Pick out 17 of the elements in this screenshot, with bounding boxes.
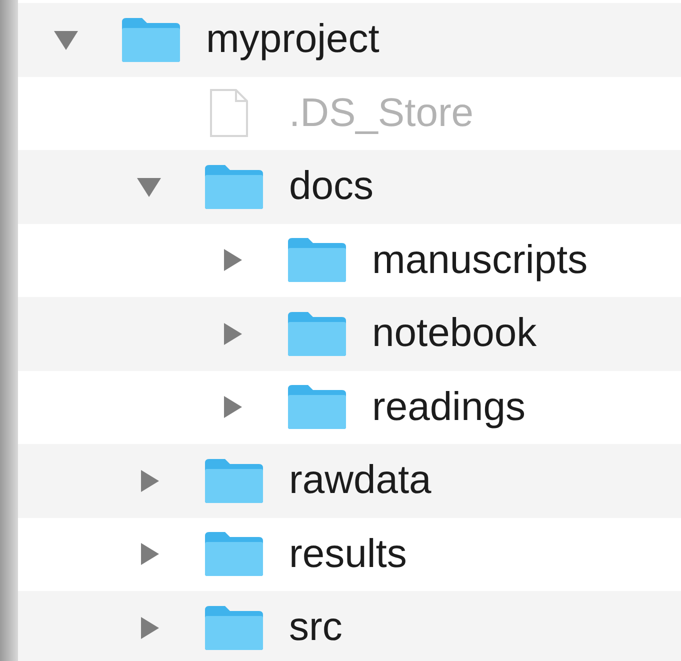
document-icon [209,88,249,138]
folder-name[interactable]: src [289,605,342,650]
folder-icon [203,530,265,578]
folder-icon [203,456,265,505]
folder-icon [286,236,348,284]
folder-name[interactable]: docs [289,164,374,210]
folder-icon [120,16,182,64]
folder-icon [286,310,348,358]
folder-name[interactable]: results [289,532,407,577]
folder-name[interactable]: rawdata [289,458,432,504]
folder-name[interactable]: myproject [206,17,380,62]
folder-name[interactable]: notebook [372,311,537,356]
folder-icon [286,383,348,432]
folder-icon [203,162,265,211]
folder-name[interactable]: readings [372,384,526,430]
folder-name[interactable]: manuscripts [372,238,588,283]
folder-icon [203,604,265,652]
